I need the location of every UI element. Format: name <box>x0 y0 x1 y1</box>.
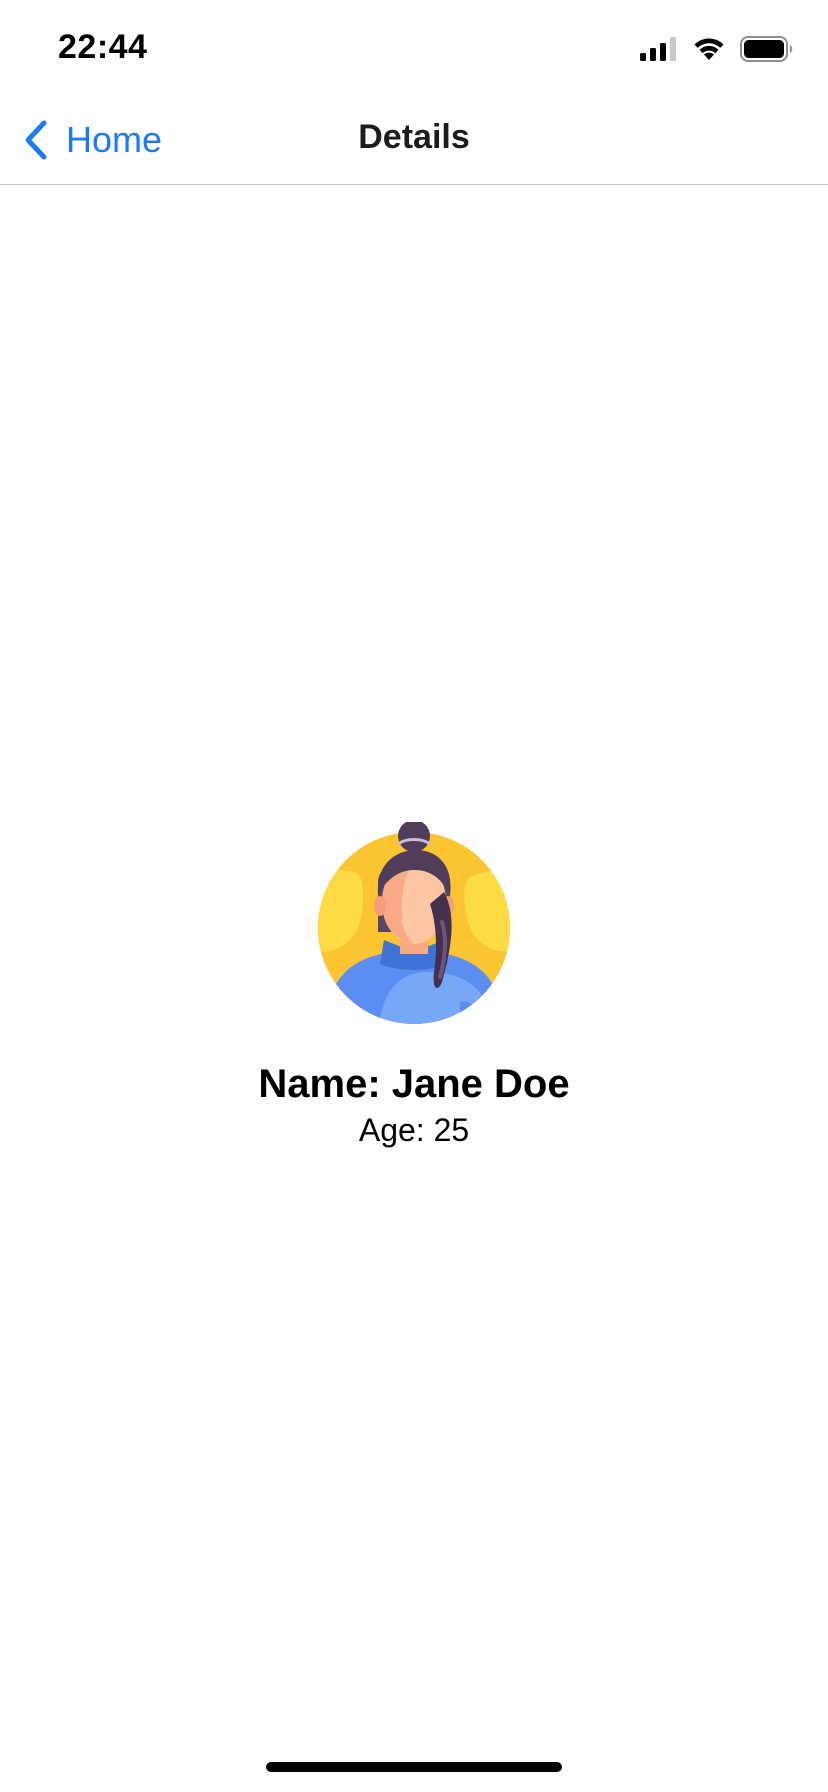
details-screen: 22:44 Home Details Name: Jane Doe Age: 2… <box>0 0 828 1792</box>
status-bar: 22:44 <box>0 0 828 96</box>
woman-avatar-icon <box>318 822 510 1024</box>
status-time: 22:44 <box>58 28 148 66</box>
status-icons <box>640 36 794 62</box>
person-name: Name: Jane Doe <box>258 1062 570 1106</box>
battery-icon <box>740 36 793 62</box>
navigation-bar: Home Details <box>0 96 828 185</box>
page-title: Details <box>358 118 470 156</box>
home-indicator[interactable] <box>266 1762 562 1772</box>
wifi-icon <box>694 38 724 60</box>
signal-icon <box>640 37 676 61</box>
person-age: Age: 25 <box>358 1112 470 1148</box>
